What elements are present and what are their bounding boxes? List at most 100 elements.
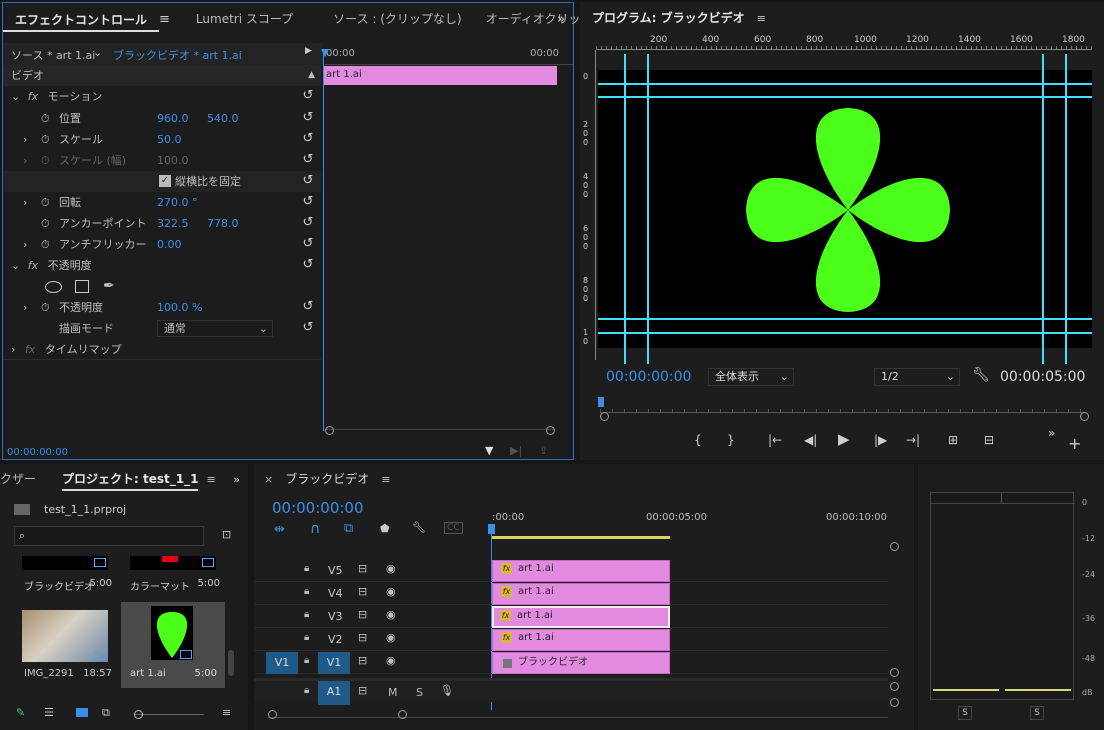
project-item-selected[interactable]: art 1.ai 5:00 [121, 602, 225, 688]
snap-in-sequence-icon[interactable]: ⇹ [274, 522, 285, 537]
tab-lumetri[interactable]: Lumetri スコープ [184, 3, 305, 35]
timeline-clip[interactable]: fx art 1.ai [492, 583, 670, 605]
playhead-icon[interactable] [321, 49, 329, 57]
reset-icon[interactable]: ↺ [301, 174, 315, 188]
pencil-icon[interactable]: ✎ [16, 706, 25, 719]
reset-icon[interactable]: ↺ [301, 258, 315, 272]
opacity-value[interactable]: 100.0 % [157, 297, 202, 318]
scroll-handle[interactable] [1080, 412, 1089, 421]
stopwatch-icon[interactable]: ⏱ [41, 192, 50, 213]
playhead-icon[interactable] [598, 397, 604, 407]
track-target-a1[interactable]: A1 [318, 681, 350, 705]
chevron-down-icon[interactable]: ⌄ [93, 46, 102, 59]
guide-line[interactable] [598, 83, 1092, 85]
scroll-handle[interactable] [890, 668, 899, 677]
guide-line[interactable] [598, 96, 1092, 98]
effect-clip-bar[interactable]: art 1.ai [323, 66, 557, 85]
scroll-handle[interactable] [890, 698, 899, 707]
overflow-icon[interactable]: » [557, 12, 565, 27]
flicker-value[interactable]: 0.00 [157, 234, 182, 255]
search-input[interactable]: ⌕ [14, 526, 204, 546]
lift-icon[interactable]: ⊞ [948, 433, 958, 447]
quality-select[interactable]: 1/2 ⌄ [874, 368, 960, 386]
reset-icon[interactable]: ↺ [301, 300, 315, 314]
scroll-handle[interactable] [600, 412, 609, 421]
work-area-bar[interactable] [492, 536, 670, 539]
step-forward-icon[interactable]: |▶ [874, 433, 887, 447]
overflow-icon[interactable]: » [1048, 426, 1055, 440]
linked-selection-icon[interactable]: ⧉ [344, 521, 353, 536]
chevron-right-icon[interactable]: › [23, 234, 27, 255]
stopwatch-icon[interactable]: ⏱ [41, 297, 50, 318]
eye-icon[interactable]: ◉ [386, 585, 396, 598]
lock-icon[interactable]: 🔒︎ [304, 685, 309, 696]
sort-icon[interactable]: ≡ [222, 706, 231, 719]
snap-icon[interactable]: ∩ [310, 521, 320, 537]
clip-label[interactable]: ブラックビデオ * art 1.ai [113, 47, 242, 63]
checkbox[interactable]: ✓ [159, 175, 171, 187]
mark-in-icon[interactable]: { [694, 433, 702, 447]
effect-timecode[interactable]: 00:00:00:00 [7, 447, 68, 458]
guide-line[interactable] [598, 318, 1092, 320]
chevron-right-icon[interactable]: › [23, 192, 27, 213]
solo-button[interactable]: S [416, 686, 423, 699]
scroll-handle[interactable] [890, 682, 899, 691]
timeline-ruler[interactable]: :00:00 00:00:05:00 00:00:10:00 [492, 508, 892, 539]
ellipse-mask-icon[interactable] [45, 281, 62, 293]
panel-menu-icon[interactable]: ≡ [381, 473, 390, 486]
position-x[interactable]: 960.0 [157, 108, 189, 129]
effect-scrollbar[interactable] [325, 426, 555, 437]
wrench-icon[interactable]: 🔧︎ [972, 367, 990, 383]
playhead-icon[interactable] [488, 524, 495, 534]
overflow-icon[interactable]: » [233, 473, 240, 486]
freeform-view-icon[interactable]: ⧉ [102, 706, 110, 720]
sync-lock-icon[interactable]: ⊟ [358, 562, 367, 575]
project-item[interactable]: IMG_2291 18:57 [14, 604, 116, 682]
extract-icon[interactable]: ⊟ [984, 433, 994, 447]
lock-icon[interactable]: 🔒︎ [304, 609, 309, 620]
source-patch-v1[interactable]: V1 [266, 652, 298, 674]
project-item[interactable]: カラーマット 5:00 [122, 556, 224, 604]
chevron-down-icon[interactable]: ⌄ [11, 259, 20, 272]
sync-lock-icon[interactable]: ⊟ [358, 654, 367, 667]
add-button-icon[interactable]: + [1068, 434, 1081, 453]
program-title[interactable]: プログラム: ブラックビデオ [580, 2, 757, 34]
track-target-v1[interactable]: V1 [318, 652, 350, 674]
play-only-icon[interactable]: ▶ [305, 46, 312, 56]
tab-effect-controls[interactable]: エフェクトコントロール [3, 8, 160, 32]
tab-media-browser[interactable]: クザー [0, 463, 48, 495]
step-back-icon[interactable]: ◀| [804, 433, 817, 447]
collapse-icon[interactable]: ▲ [308, 65, 315, 86]
eye-icon[interactable]: ◉ [386, 608, 396, 621]
eye-icon[interactable]: ◉ [386, 562, 396, 575]
project-scrollbar[interactable] [228, 650, 234, 676]
project-item[interactable]: ブラックビデオ 5:00 [14, 556, 116, 604]
wrench-icon[interactable]: 🔧︎ [412, 521, 426, 534]
icon-view-icon[interactable] [76, 708, 88, 717]
solo-button[interactable]: S [1030, 706, 1044, 720]
lock-icon[interactable]: 🔒︎ [304, 632, 309, 643]
fit-select[interactable]: 全体表示 ⌄ [708, 368, 794, 386]
reset-icon[interactable]: ↺ [301, 321, 315, 335]
filter-icon[interactable]: ▼ [485, 444, 493, 457]
timeline-clip[interactable]: ブラックビデオ [492, 652, 670, 674]
play-icon[interactable]: ▶ [838, 430, 850, 448]
timeline-clip[interactable]: fx art 1.ai [492, 560, 670, 582]
lock-icon[interactable]: 🔒︎ [304, 563, 309, 574]
time-remap-row[interactable]: › fx タイムリマップ [3, 339, 321, 360]
pen-mask-icon[interactable]: ✒ [103, 278, 115, 294]
blend-mode-select[interactable]: 通常 ⌄ [157, 320, 273, 337]
panel-menu-icon[interactable]: ≡ [206, 473, 215, 486]
lock-icon[interactable]: 🔒︎ [304, 655, 309, 666]
timeline-clip-selected[interactable]: fx art 1.ai [492, 606, 670, 628]
microphone-icon[interactable]: 🎙︎ [440, 684, 454, 697]
timeline-timecode[interactable]: 00:00:00:00 [272, 499, 364, 517]
chevron-down-icon[interactable]: ⌄ [11, 90, 20, 103]
new-bin-icon[interactable]: ⊡ [222, 528, 231, 541]
anchor-y[interactable]: 778.0 [207, 213, 239, 234]
reset-icon[interactable]: ↺ [301, 195, 315, 209]
chevron-right-icon[interactable]: › [23, 297, 27, 318]
tab-project[interactable]: プロジェクト: test_1_1 [62, 467, 199, 491]
panel-menu-icon[interactable]: ≡ [757, 12, 766, 25]
eye-icon[interactable]: ◉ [386, 654, 396, 667]
